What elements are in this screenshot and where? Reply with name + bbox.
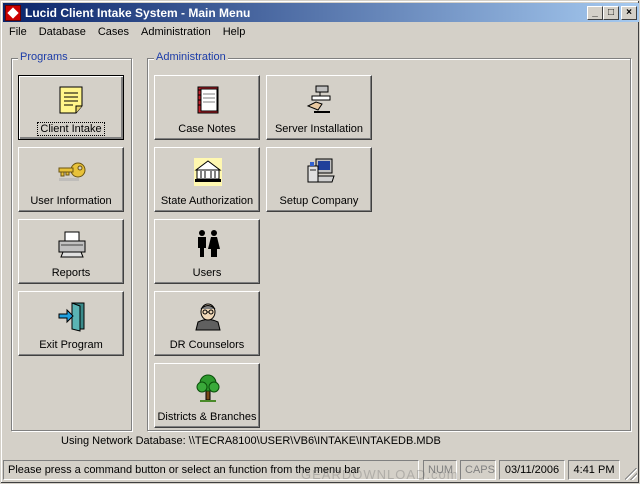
state-building-icon bbox=[194, 158, 222, 186]
menu-file[interactable]: File bbox=[3, 24, 33, 41]
setup-company-button[interactable]: Setup Company bbox=[266, 147, 372, 212]
menu-help[interactable]: Help bbox=[217, 24, 252, 41]
menu-cases[interactable]: Cases bbox=[92, 24, 135, 41]
status-time: 4:41 PM bbox=[568, 460, 620, 480]
counselor-icon bbox=[195, 303, 221, 331]
close-button[interactable]: × bbox=[621, 5, 637, 20]
tree-icon bbox=[196, 374, 220, 402]
server-install-icon bbox=[306, 85, 331, 113]
notebook-icon bbox=[197, 86, 219, 114]
setup-company-label: Setup Company bbox=[279, 195, 359, 207]
status-caps: CAPS bbox=[460, 460, 496, 480]
administration-group-label: Administration bbox=[154, 51, 228, 63]
maximize-button[interactable]: □ bbox=[603, 5, 619, 20]
main-window: Lucid Client Intake System - Main Menu _… bbox=[0, 0, 640, 484]
districts-branches-button[interactable]: Districts & Branches bbox=[154, 363, 260, 428]
dr-counselors-label: DR Counselors bbox=[169, 339, 245, 351]
client-intake-button[interactable]: Client Intake bbox=[18, 75, 124, 140]
dr-counselors-button[interactable]: DR Counselors bbox=[154, 291, 260, 356]
client-intake-label: Client Intake bbox=[37, 122, 105, 136]
exit-program-label: Exit Program bbox=[39, 339, 103, 351]
computer-setup-icon bbox=[307, 158, 335, 183]
status-bar: Please press a command button or select … bbox=[3, 458, 639, 482]
status-date: 03/11/2006 bbox=[499, 460, 565, 480]
programs-group-label: Programs bbox=[18, 51, 70, 63]
user-information-button[interactable]: User Information bbox=[18, 147, 124, 212]
case-notes-label: Case Notes bbox=[178, 123, 236, 135]
user-information-label: User Information bbox=[30, 195, 112, 207]
resize-grip[interactable] bbox=[625, 468, 637, 480]
server-installation-button[interactable]: Server Installation bbox=[266, 75, 372, 140]
case-notes-button[interactable]: Case Notes bbox=[154, 75, 260, 140]
menu-administration[interactable]: Administration bbox=[135, 24, 217, 41]
status-num: NUM bbox=[423, 460, 457, 480]
server-installation-label: Server Installation bbox=[274, 123, 364, 135]
users-label: Users bbox=[192, 267, 222, 279]
app-icon[interactable] bbox=[5, 4, 21, 21]
users-icon bbox=[198, 230, 220, 257]
exit-program-button[interactable]: Exit Program bbox=[18, 291, 124, 356]
status-message: Please press a command button or select … bbox=[3, 460, 419, 480]
exit-door-icon bbox=[58, 302, 85, 332]
state-authorization-button[interactable]: State Authorization bbox=[154, 147, 260, 212]
window-title: Lucid Client Intake System - Main Menu bbox=[25, 5, 251, 20]
state-authorization-label: State Authorization bbox=[160, 195, 254, 207]
menu-database[interactable]: Database bbox=[33, 24, 92, 41]
menu-bar: File Database Cases Administration Help bbox=[3, 23, 639, 42]
reports-button[interactable]: Reports bbox=[18, 219, 124, 284]
network-database-path: Using Network Database: \\TECRA8100\USER… bbox=[61, 435, 441, 447]
title-bar: Lucid Client Intake System - Main Menu _… bbox=[3, 3, 639, 22]
printer-icon bbox=[58, 231, 86, 258]
reports-label: Reports bbox=[51, 267, 91, 279]
minimize-button[interactable]: _ bbox=[587, 5, 603, 20]
notepad-icon bbox=[59, 86, 83, 114]
districts-branches-label: Districts & Branches bbox=[157, 411, 257, 423]
key-icon bbox=[58, 162, 86, 181]
users-button[interactable]: Users bbox=[154, 219, 260, 284]
